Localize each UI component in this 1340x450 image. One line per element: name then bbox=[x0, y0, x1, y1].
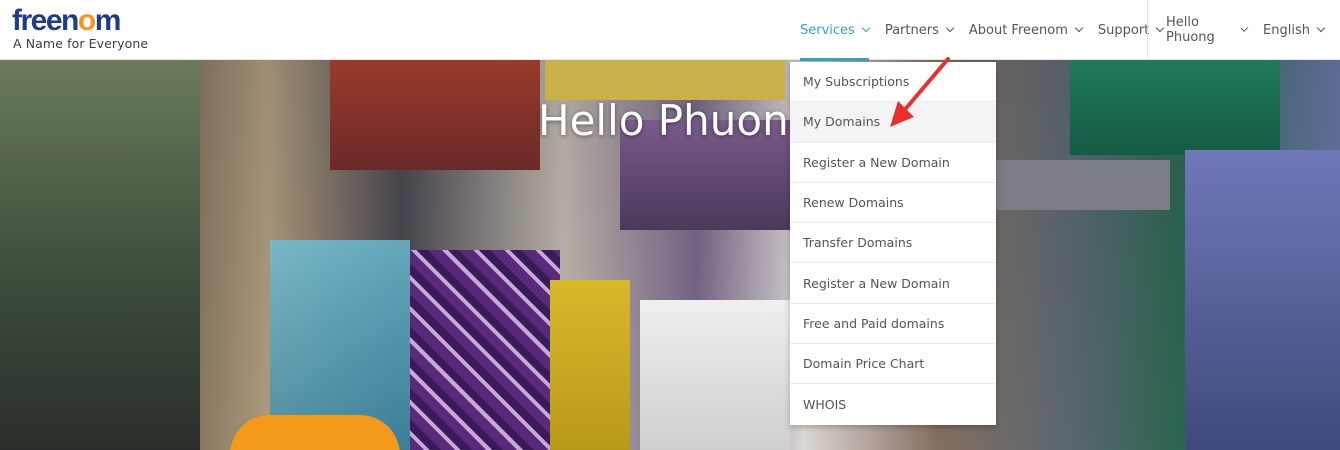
hero-photo-region bbox=[995, 160, 1170, 210]
nav-support-label: Support bbox=[1097, 22, 1150, 38]
nav-language[interactable]: English bbox=[1263, 0, 1326, 60]
hero-photo-region bbox=[545, 60, 785, 100]
chevron-down-icon bbox=[945, 23, 955, 33]
hero-photo-region bbox=[0, 60, 200, 450]
user-nav: Hello Phuong English bbox=[1147, 0, 1340, 60]
nav-partners[interactable]: Partners bbox=[884, 0, 955, 60]
chevron-down-icon bbox=[1240, 24, 1249, 32]
nav-about[interactable]: About Freenom bbox=[968, 0, 1084, 60]
hero-photo-region bbox=[410, 250, 560, 450]
menu-item-whois[interactable]: WHOIS bbox=[790, 384, 996, 424]
hero-photo-region bbox=[1185, 150, 1340, 450]
menu-item-domain-price-chart[interactable]: Domain Price Chart bbox=[790, 344, 996, 385]
nav-user-menu[interactable]: Hello Phuong bbox=[1166, 0, 1249, 60]
menu-item-free-paid-domains[interactable]: Free and Paid domains bbox=[790, 304, 996, 345]
menu-item-transfer-domains[interactable]: Transfer Domains bbox=[790, 223, 996, 264]
nav-services-label: Services bbox=[800, 22, 855, 38]
hero-photo-region bbox=[330, 60, 540, 170]
menu-item-register-domain-2[interactable]: Register a New Domain bbox=[790, 263, 996, 304]
freenom-logo[interactable]: freenom A Name for Everyone bbox=[12, 4, 149, 52]
red-arrow-annotation bbox=[890, 57, 950, 127]
hero-photo-region bbox=[640, 300, 790, 450]
hero-banner: Hello Phuong bbox=[0, 60, 1340, 450]
nav-language-label: English bbox=[1263, 22, 1310, 38]
nav-partners-label: Partners bbox=[884, 22, 939, 38]
nav-user-label: Hello Phuong bbox=[1166, 15, 1215, 45]
top-header: freenom A Name for Everyone Services Par… bbox=[0, 0, 1340, 61]
nav-services[interactable]: Services bbox=[800, 0, 871, 61]
logo-wordmark: freenom bbox=[12, 4, 121, 37]
chevron-down-icon bbox=[861, 23, 871, 33]
logo-tagline: A Name for Everyone bbox=[13, 36, 149, 51]
hero-photo-region bbox=[1070, 60, 1280, 155]
main-nav: Services Partners About Freenom Support bbox=[800, 0, 1179, 61]
menu-item-renew-domains[interactable]: Renew Domains bbox=[790, 183, 996, 224]
nav-about-label: About Freenom bbox=[968, 22, 1068, 38]
hero-photo-region bbox=[550, 280, 630, 450]
hero-photo-region bbox=[230, 415, 400, 450]
chevron-down-icon bbox=[1074, 23, 1084, 33]
menu-item-register-domain[interactable]: Register a New Domain bbox=[790, 143, 996, 183]
hero-greeting: Hello Phuong bbox=[538, 96, 816, 145]
chevron-down-icon bbox=[1316, 23, 1326, 33]
